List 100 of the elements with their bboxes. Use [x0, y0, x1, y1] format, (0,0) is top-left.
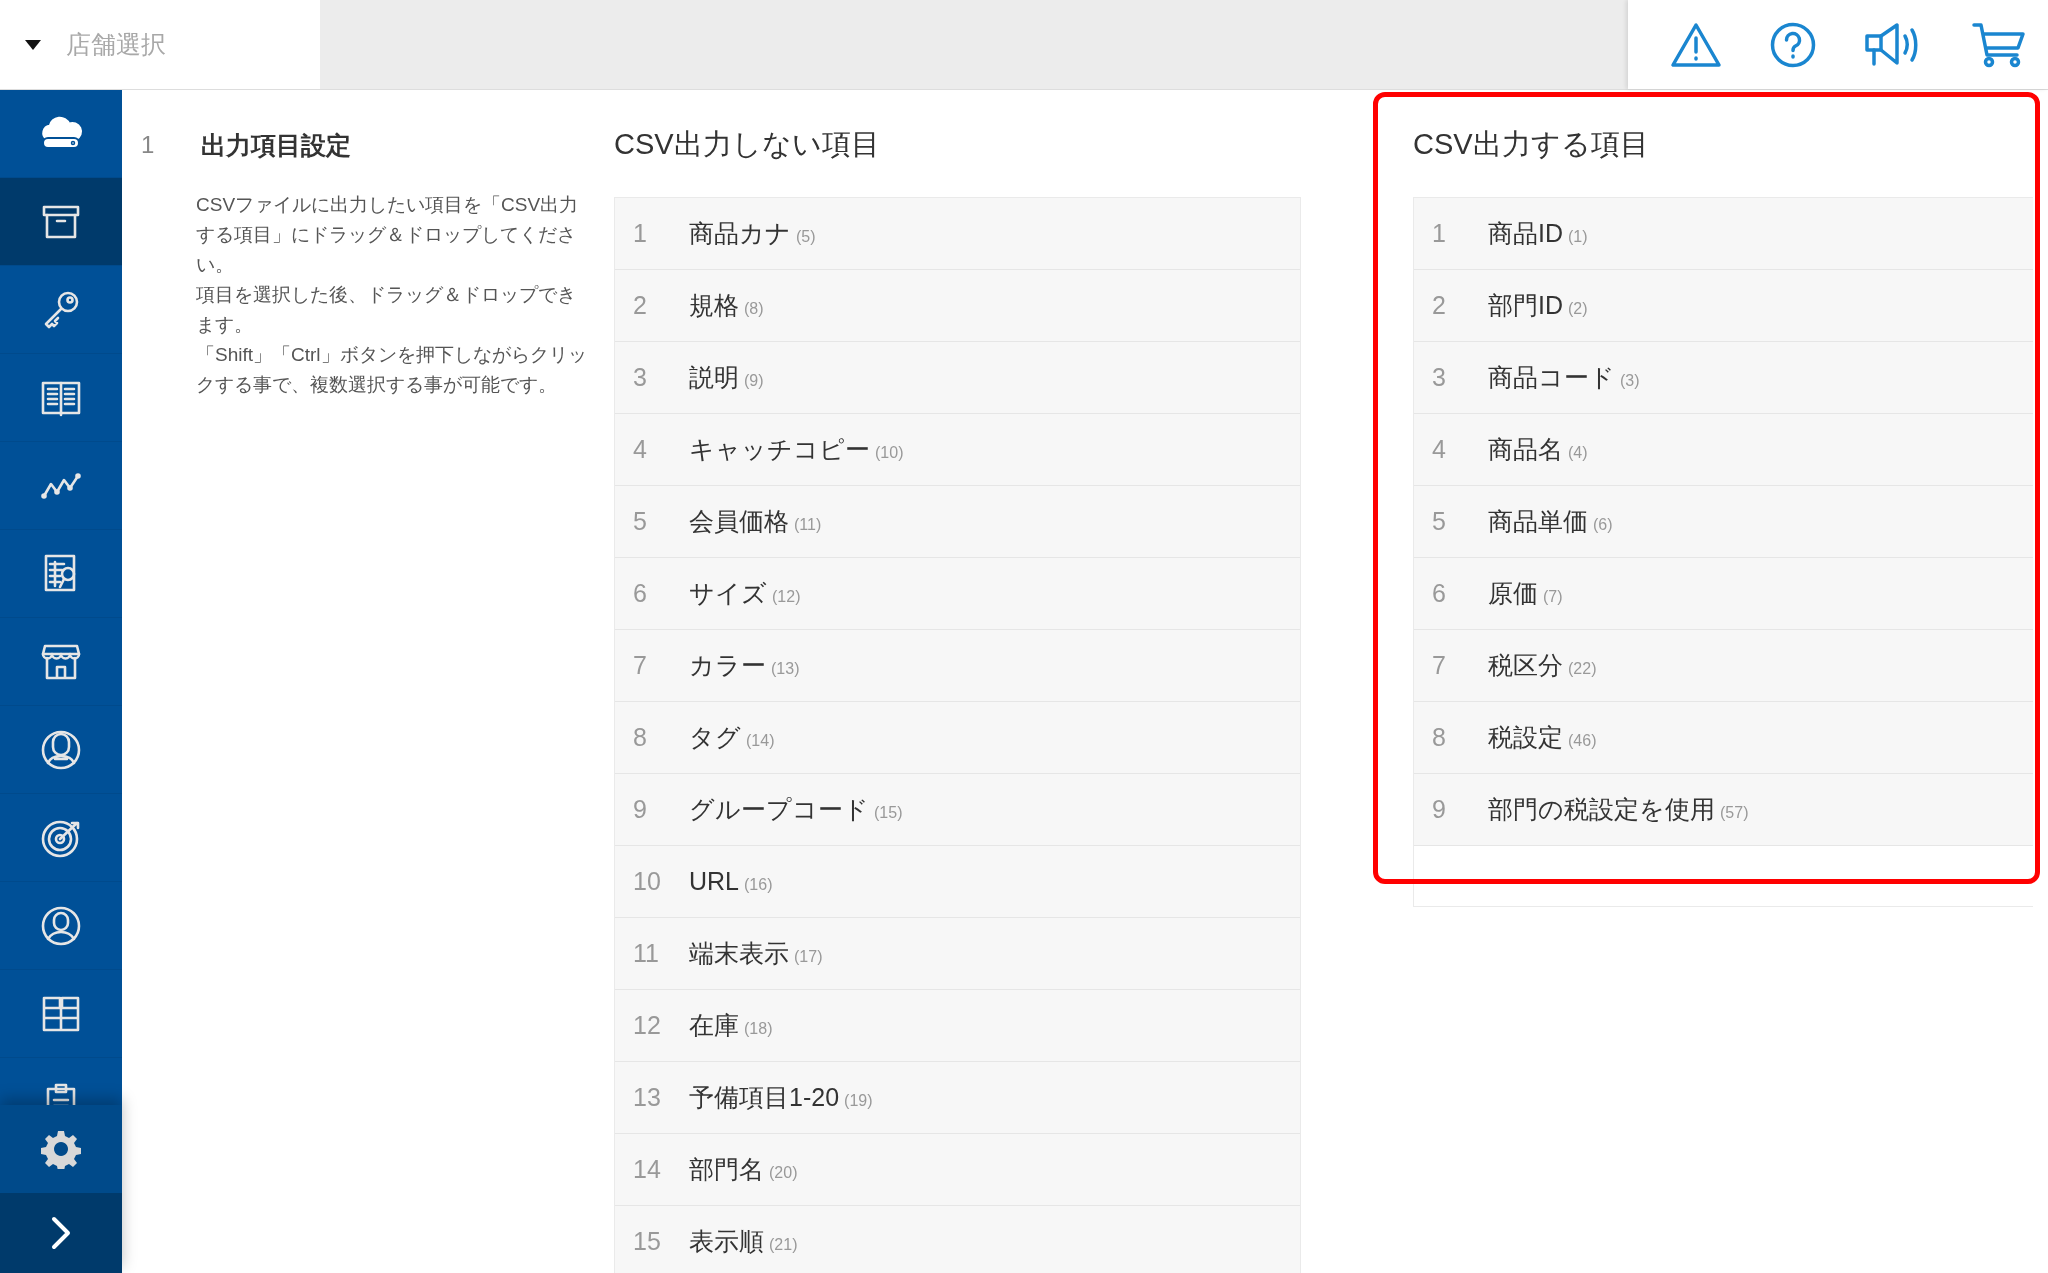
item-number: 1 [1432, 219, 1447, 248]
list-item[interactable]: 10 URL (16) [615, 846, 1300, 918]
item-code: (7) [1543, 587, 1563, 606]
item-number: 4 [1432, 435, 1447, 464]
warning-icon[interactable] [1670, 21, 1722, 68]
item-label: 部門の税設定を使用 [1488, 794, 1715, 825]
item-number: 6 [633, 579, 648, 608]
list-item[interactable]: 11 端末表示 (17) [615, 918, 1300, 990]
item-label: タグ [689, 722, 741, 753]
item-label: 規格 [689, 290, 739, 321]
item-label: 税区分 [1488, 650, 1563, 681]
list-item[interactable]: 1 商品ID (1) [1414, 198, 2033, 270]
item-label: 部門ID [1488, 290, 1563, 321]
list-item[interactable]: 5 商品単価 (6) [1414, 486, 2033, 558]
item-number: 5 [633, 507, 648, 536]
item-label: 商品単価 [1488, 506, 1588, 537]
item-label: 端末表示 [689, 938, 789, 969]
list-item[interactable]: 6 サイズ (12) [615, 558, 1300, 630]
item-code: (8) [744, 299, 764, 318]
item-number: 9 [1432, 795, 1447, 824]
item-label: 説明 [689, 362, 739, 393]
column-title: CSV出力する項目 [1413, 127, 1650, 162]
settings-button[interactable] [0, 1105, 122, 1193]
item-number: 11 [633, 939, 660, 968]
column-title: CSV出力しない項目 [614, 127, 881, 162]
item-label: グループコード [689, 794, 869, 825]
item-label: キャッチコピー [689, 434, 870, 465]
item-label: 原価 [1488, 578, 1538, 609]
list-item[interactable]: 7 税区分 (22) [1414, 630, 2033, 702]
help-icon[interactable] [1770, 21, 1816, 68]
caret-icon[interactable] [24, 38, 42, 51]
item-number: 9 [633, 795, 648, 824]
item-number: 1 [633, 219, 648, 248]
list-item[interactable]: 1 商品カナ (5) [615, 198, 1300, 270]
item-code: (10) [875, 443, 904, 462]
item-number: 2 [633, 291, 648, 320]
sidebar-item[interactable] [0, 178, 122, 266]
list-item[interactable]: 8 タグ (14) [615, 702, 1300, 774]
item-label: URL [689, 867, 739, 896]
list-item[interactable]: 6 原価 (7) [1414, 558, 2033, 630]
item-code: (9) [744, 371, 764, 390]
list-item[interactable]: 9 グループコード (15) [615, 774, 1300, 846]
list-item[interactable]: 4 商品名 (4) [1414, 414, 2033, 486]
item-code: (21) [769, 1235, 798, 1254]
item-label: 商品名 [1488, 434, 1563, 465]
list-item[interactable]: 13 予備項目1-20 (19) [615, 1062, 1300, 1134]
item-number: 10 [633, 867, 662, 896]
list-item[interactable]: 7 カラー (13) [615, 630, 1300, 702]
item-label: カラー [689, 650, 766, 681]
list-item[interactable]: 2 規格 (8) [615, 270, 1300, 342]
list-item[interactable]: 12 在庫 (18) [615, 990, 1300, 1062]
item-number: 8 [1432, 723, 1447, 752]
list-item[interactable]: 9 部門の税設定を使用 (57) [1414, 774, 2033, 846]
list-item[interactable]: 3 商品コード (3) [1414, 342, 2033, 414]
expand-button[interactable] [0, 1193, 122, 1273]
chevron-right-icon [51, 1216, 71, 1250]
step-title: 出力項目設定 [201, 129, 351, 161]
item-label: 商品ID [1488, 218, 1563, 249]
item-code: (57) [1720, 803, 1749, 822]
item-code: (22) [1568, 659, 1597, 678]
instruction-text: 項目を選択した後、ドラッグ＆ドロップできます。 [196, 283, 577, 337]
cart-icon[interactable] [1972, 21, 2026, 68]
item-label: 予備項目1-20 [689, 1082, 840, 1113]
item-code: (46) [1568, 731, 1597, 750]
item-code: (12) [772, 587, 801, 606]
instruction-text: 「Shift」「Ctrl」ボタンを押下しながらクリックする事で、複数選択する事が可能です。 [196, 343, 588, 397]
list-item[interactable]: 14 部門名 (20) [615, 1134, 1300, 1206]
item-code: (1) [1568, 227, 1588, 246]
item-label: 商品カナ [689, 218, 791, 249]
item-code: (11) [794, 515, 822, 534]
item-label: 会員価格 [689, 506, 789, 537]
item-number: 6 [1432, 579, 1447, 608]
item-code: (19) [844, 1091, 873, 1110]
item-number: 12 [633, 1011, 662, 1040]
list-item[interactable]: 4 キャッチコピー (10) [615, 414, 1300, 486]
store-select-field[interactable]: 店舗選択 [64, 29, 288, 60]
item-code: (6) [1593, 515, 1613, 534]
item-label: 在庫 [689, 1010, 739, 1041]
list-item[interactable]: 5 会員価格 (11) [615, 486, 1300, 558]
item-label: 部門名 [689, 1154, 764, 1185]
instruction-text: CSVファイルに出力したい項目を「CSV出力する項目」にドラッグ＆ドロップしてください。 [196, 193, 580, 277]
item-label: サイズ [689, 578, 767, 609]
list-item[interactable]: 8 税設定 (46) [1414, 702, 2033, 774]
list-item[interactable]: 2 部門ID (2) [1414, 270, 2033, 342]
item-code: (15) [874, 803, 903, 822]
step-number: 1 [141, 131, 156, 159]
item-number: 8 [633, 723, 648, 752]
item-number: 3 [633, 363, 648, 392]
list-item[interactable]: 15 表示順 (21) [615, 1206, 1300, 1273]
item-number: 7 [633, 651, 648, 680]
item-code: (3) [1620, 371, 1640, 390]
list-item[interactable]: 3 説明 (9) [615, 342, 1300, 414]
item-code: (20) [769, 1163, 798, 1182]
item-label: 税設定 [1488, 722, 1563, 753]
item-number: 7 [1432, 651, 1447, 680]
item-label: 商品コード [1488, 362, 1615, 393]
item-code: (2) [1568, 299, 1588, 318]
item-code: (18) [744, 1019, 773, 1038]
item-code: (17) [794, 947, 823, 966]
item-number: 4 [633, 435, 648, 464]
